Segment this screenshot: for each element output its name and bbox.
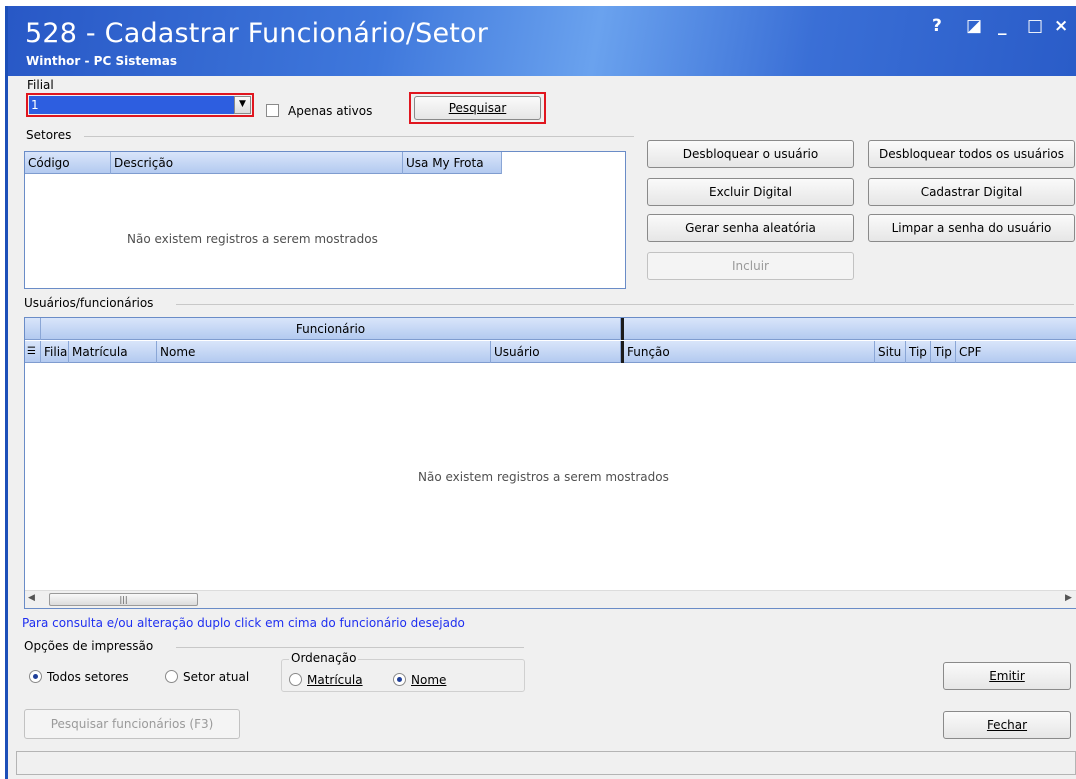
setor-atual-radio[interactable] bbox=[165, 670, 178, 683]
hint-text: Para consulta e/ou alteração duplo click… bbox=[22, 616, 465, 630]
filial-value: 1 bbox=[31, 98, 39, 112]
column-header-matricula[interactable]: Matrícula bbox=[69, 341, 157, 363]
matricula-label: Matrícula bbox=[307, 673, 363, 687]
band-spacer bbox=[25, 318, 41, 340]
incluir-button[interactable]: Incluir bbox=[647, 252, 854, 280]
impressao-label: Opções de impressão bbox=[24, 639, 154, 653]
band-funcionario: Funcionário bbox=[41, 318, 621, 340]
gerar-senha-button[interactable]: Gerar senha aleatória bbox=[647, 214, 854, 242]
matricula-radio[interactable] bbox=[289, 673, 302, 686]
todos-setores-label: Todos setores bbox=[47, 670, 129, 684]
desbloquear-usuario-button[interactable]: Desbloquear o usuário bbox=[647, 140, 854, 168]
column-header-funcao[interactable]: Função bbox=[624, 341, 875, 363]
usuarios-divider bbox=[176, 304, 1074, 305]
column-header-usuario[interactable]: Usuário bbox=[491, 341, 621, 363]
column-chooser-icon[interactable]: ☰ bbox=[25, 341, 41, 363]
column-header-nome[interactable]: Nome bbox=[157, 341, 491, 363]
setores-grid[interactable]: Código Descrição Usa My Frota Não existe… bbox=[24, 151, 626, 289]
minimize-icon[interactable]: _ bbox=[998, 16, 1007, 36]
pesquisar-button[interactable]: Pesquisar bbox=[414, 96, 541, 120]
main-window: 528 - Cadastrar Funcionário/Setor Wintho… bbox=[5, 6, 1076, 779]
apenas-ativos-checkbox[interactable] bbox=[266, 104, 279, 117]
setores-grid-header: Código Descrição Usa My Frota bbox=[25, 152, 502, 174]
usuarios-column-header: ☰ Filia Matrícula Nome Usuário Função Si… bbox=[25, 341, 1076, 363]
todos-setores-radio[interactable] bbox=[29, 670, 42, 683]
scroll-right-icon[interactable]: ▶ bbox=[1065, 593, 1072, 603]
title-bar: 528 - Cadastrar Funcionário/Setor Wintho… bbox=[8, 6, 1076, 76]
column-header-usa-my-frota[interactable]: Usa My Frota bbox=[403, 152, 502, 174]
help-icon[interactable]: ? bbox=[932, 16, 942, 36]
column-header-tipo-2[interactable]: Tip bbox=[931, 341, 956, 363]
fechar-button[interactable]: Fechar bbox=[943, 711, 1071, 739]
column-header-situacao[interactable]: Situ bbox=[875, 341, 906, 363]
window-title: 528 - Cadastrar Funcionário/Setor bbox=[25, 18, 489, 49]
limpar-senha-button[interactable]: Limpar a senha do usuário bbox=[868, 214, 1075, 242]
setor-atual-label: Setor atual bbox=[183, 670, 250, 684]
band-divider bbox=[621, 318, 624, 340]
usuarios-label: Usuários/funcionários bbox=[24, 296, 154, 310]
pesquisar-button-label: Pesquisar bbox=[448, 101, 507, 115]
usuarios-band-header: Funcionário bbox=[25, 318, 1076, 340]
column-header-codigo[interactable]: Código bbox=[25, 152, 111, 174]
nome-label: Nome bbox=[411, 673, 447, 687]
scroll-thumb[interactable]: ||| bbox=[49, 593, 198, 606]
chevron-down-icon[interactable]: ▼ bbox=[234, 96, 251, 114]
pesquisar-funcionarios-button[interactable]: Pesquisar funcionários (F3) bbox=[24, 709, 240, 739]
emitir-button[interactable]: Emitir bbox=[943, 662, 1071, 690]
setores-label: Setores bbox=[26, 128, 72, 142]
column-header-descricao[interactable]: Descrição bbox=[111, 152, 403, 174]
column-header-tipo-1[interactable]: Tip bbox=[906, 341, 931, 363]
maximize-icon[interactable]: □ bbox=[1027, 16, 1043, 36]
horizontal-scrollbar[interactable]: ◀ ||| ▶ bbox=[25, 590, 1076, 608]
usuarios-grid[interactable]: Funcionário ☰ Filia Matrícula Nome Usuár… bbox=[24, 317, 1076, 609]
impressao-divider bbox=[176, 647, 524, 648]
filial-select[interactable]: 1 bbox=[29, 96, 234, 114]
setores-empty-message: Não existem registros a serem mostrados bbox=[127, 232, 378, 246]
desbloquear-todos-button[interactable]: Desbloquear todos os usuários bbox=[868, 140, 1075, 168]
setores-divider bbox=[84, 136, 634, 137]
close-icon[interactable]: × bbox=[1054, 16, 1068, 36]
cadastrar-digital-button[interactable]: Cadastrar Digital bbox=[868, 178, 1075, 206]
apenas-ativos-label: Apenas ativos bbox=[288, 104, 373, 118]
window-subtitle: Winthor - PC Sistemas bbox=[26, 54, 177, 68]
nome-radio[interactable] bbox=[393, 673, 406, 686]
filial-label: Filial bbox=[27, 78, 54, 92]
column-header-filial[interactable]: Filia bbox=[41, 341, 69, 363]
restore-icon[interactable]: ◪ bbox=[966, 16, 982, 36]
excluir-digital-button[interactable]: Excluir Digital bbox=[647, 178, 854, 206]
scroll-left-icon[interactable]: ◀ bbox=[28, 593, 35, 603]
status-bar bbox=[16, 751, 1076, 775]
usuarios-empty-message: Não existem registros a serem mostrados bbox=[418, 470, 669, 484]
ordenacao-label: Ordenação bbox=[289, 651, 359, 665]
column-header-cpf[interactable]: CPF bbox=[956, 341, 1076, 363]
